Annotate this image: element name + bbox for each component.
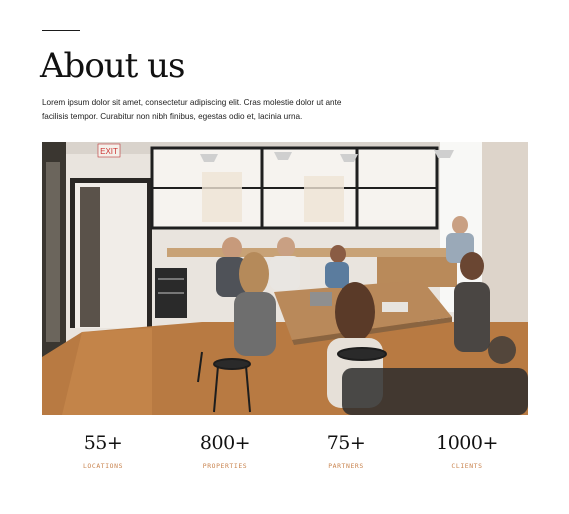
stat-value: 75+: [326, 432, 366, 454]
stat-locations: 55+ LOCATIONS: [42, 430, 164, 471]
intro-text: Lorem ipsum dolor sit amet, consectetur …: [42, 98, 342, 121]
stats-row: 55+ LOCATIONS 800+ PROPERTIES 75+ PARTNE…: [42, 430, 528, 480]
stat-clients: 1000+ CLIENTS: [406, 430, 528, 471]
stat-value: 800+: [199, 432, 251, 454]
stat-label: CLIENTS: [451, 462, 483, 470]
stat-properties: 800+ PROPERTIES: [164, 430, 286, 471]
stat-value: 1000+: [436, 432, 498, 454]
stat-label: PROPERTIES: [202, 462, 248, 470]
stat-label: LOCATIONS: [82, 462, 124, 470]
team-office-photo: EXIT: [42, 142, 528, 415]
stat-label: PARTNERS: [328, 462, 364, 470]
exit-sign: EXIT: [100, 147, 118, 156]
page-title: About us: [40, 46, 186, 86]
title-divider: [42, 30, 80, 31]
stat-partners: 75+ PARTNERS: [285, 430, 407, 471]
stat-value: 55+: [83, 432, 123, 454]
